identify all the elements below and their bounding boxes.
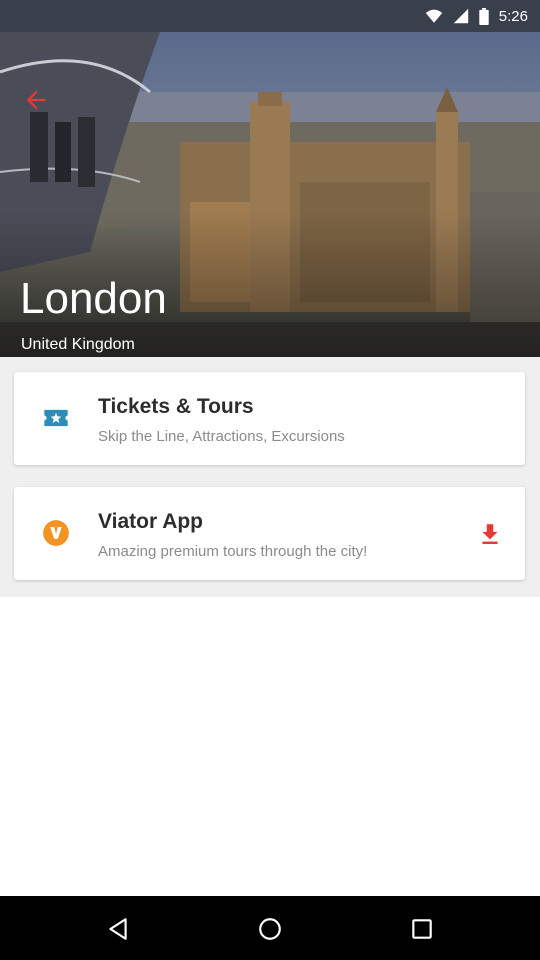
download-icon[interactable]: [477, 521, 503, 547]
card-subtitle: Skip the Line, Attractions, Excursions: [98, 428, 345, 445]
hero-image: London United Kingdom: [0, 32, 540, 357]
back-triangle-icon[interactable]: [105, 916, 131, 942]
country-label: United Kingdom: [21, 336, 135, 353]
ticket-star-icon: [44, 409, 68, 427]
home-circle-icon[interactable]: [257, 916, 283, 942]
back-arrow-icon[interactable]: [22, 86, 50, 114]
card-subtitle: Amazing premium tours through the city!: [98, 543, 368, 560]
card-title: Tickets & Tours: [98, 395, 254, 418]
viator-logo-icon: [43, 520, 69, 546]
status-icons: 5:26: [425, 0, 528, 32]
recents-square-icon[interactable]: [409, 916, 435, 942]
card-title: Viator App: [98, 510, 204, 533]
city-title: London: [20, 274, 167, 323]
cellular-signal-icon: [453, 8, 468, 24]
viator-app-card[interactable]: Viator App Amazing premium tours through…: [14, 487, 525, 580]
status-bar: 5:26: [0, 0, 540, 32]
content-area: Tickets & Tours Skip the Line, Attractio…: [0, 357, 540, 597]
tickets-tours-card[interactable]: Tickets & Tours Skip the Line, Attractio…: [14, 372, 525, 465]
wifi-icon: [425, 9, 443, 23]
navigation-bar: [0, 896, 540, 960]
status-time: 5:26: [498, 7, 528, 25]
battery-icon: [479, 7, 489, 25]
